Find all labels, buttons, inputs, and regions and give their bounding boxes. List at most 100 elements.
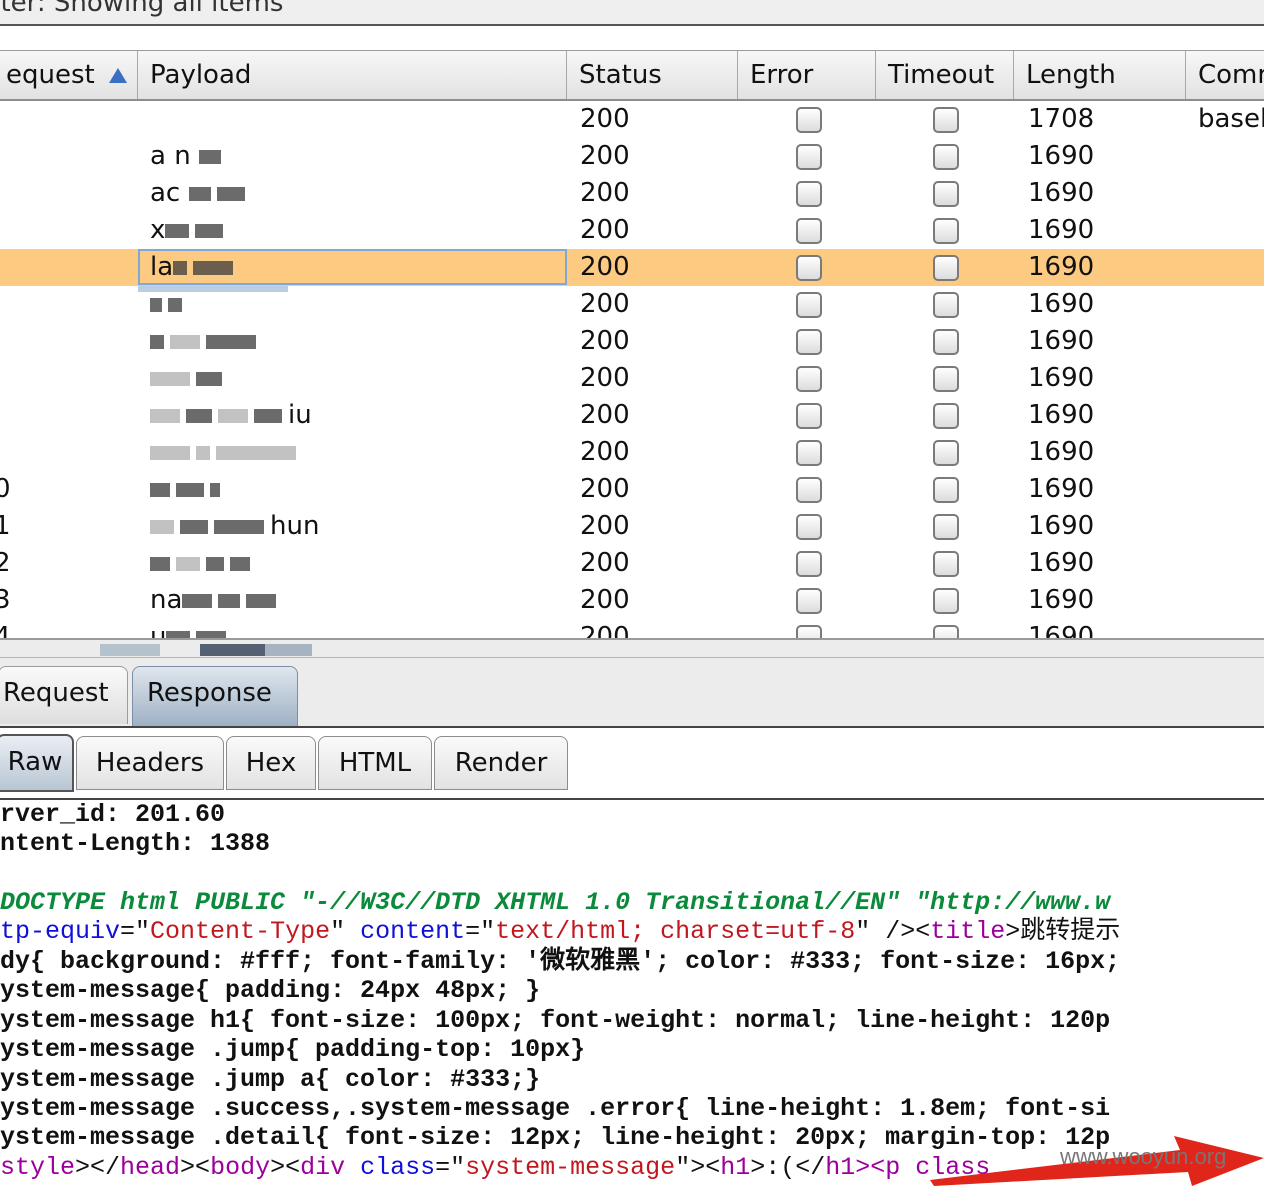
- payload-cell: [150, 545, 550, 582]
- column-header-length[interactable]: Length: [1014, 51, 1186, 99]
- table-row-selected[interactable]: la 200 1690: [0, 249, 1264, 286]
- error-checkbox[interactable]: [796, 107, 822, 133]
- error-checkbox[interactable]: [796, 625, 822, 638]
- tab-hex[interactable]: Hex: [226, 736, 316, 790]
- column-header-error[interactable]: Error: [738, 51, 876, 99]
- column-header-label: Status: [579, 60, 662, 90]
- column-header-label: equest: [6, 60, 95, 90]
- tab-headers[interactable]: Headers: [76, 736, 224, 790]
- timeout-checkbox[interactable]: [933, 107, 959, 133]
- table-row[interactable]: 2 200 1690: [0, 545, 1264, 582]
- error-checkbox[interactable]: [796, 551, 822, 577]
- timeout-checkbox[interactable]: [933, 588, 959, 614]
- timeout-checkbox[interactable]: [933, 255, 959, 281]
- timeout-checkbox[interactable]: [933, 551, 959, 577]
- comment-cell: [1198, 175, 1264, 212]
- table-row[interactable]: 200 1690: [0, 323, 1264, 360]
- pane-splitter[interactable]: [0, 638, 1264, 658]
- column-header-status[interactable]: Status: [567, 51, 738, 99]
- table-row[interactable]: 200 1690: [0, 360, 1264, 397]
- redacted-block: [198, 149, 221, 164]
- table-row[interactable]: iu 200 1690: [0, 397, 1264, 434]
- column-header-comment[interactable]: Comm: [1186, 51, 1264, 99]
- timeout-checkbox[interactable]: [933, 292, 959, 318]
- payload-text: hun: [270, 511, 320, 541]
- column-header-payload[interactable]: Payload: [138, 51, 567, 99]
- error-checkbox[interactable]: [796, 292, 822, 318]
- column-header-timeout[interactable]: Timeout: [876, 51, 1014, 99]
- timeout-checkbox[interactable]: [933, 514, 959, 540]
- table-row[interactable]: 200 1690: [0, 434, 1264, 471]
- css-line: dy{ background: #fff; font-family: '微软雅黑…: [0, 947, 1121, 976]
- filter-bar[interactable]: ilter: Showing all items: [0, 0, 1264, 26]
- error-checkbox[interactable]: [796, 366, 822, 392]
- timeout-checkbox[interactable]: [933, 144, 959, 170]
- redacted-block: [176, 556, 200, 571]
- redacted-block: [150, 482, 170, 497]
- timeout-checkbox[interactable]: [933, 403, 959, 429]
- timeout-checkbox[interactable]: [933, 181, 959, 207]
- tab-request[interactable]: Request: [0, 666, 128, 724]
- redacted-block: [230, 556, 250, 571]
- css-line: ystem-message .success,.system-message .…: [0, 1094, 1111, 1123]
- redacted-block: [216, 186, 245, 201]
- length-cell: 1690: [1028, 141, 1095, 171]
- error-checkbox[interactable]: [796, 218, 822, 244]
- redacted-block: [186, 408, 212, 423]
- column-header-request[interactable]: equest: [0, 51, 138, 99]
- table-row[interactable]: x 200 1690: [0, 212, 1264, 249]
- timeout-checkbox[interactable]: [933, 218, 959, 244]
- length-cell: 1690: [1028, 252, 1095, 282]
- redacted-block: [206, 556, 224, 571]
- timeout-checkbox[interactable]: [933, 329, 959, 355]
- comment-cell: [1198, 360, 1264, 397]
- length-cell: 1690: [1028, 400, 1095, 430]
- comment-cell: [1198, 434, 1264, 471]
- tab-html[interactable]: HTML: [318, 736, 432, 790]
- punct: =": [120, 917, 151, 946]
- timeout-checkbox[interactable]: [933, 366, 959, 392]
- timeout-checkbox[interactable]: [933, 625, 959, 638]
- table-row[interactable]: 4 u 200 1690: [0, 619, 1264, 638]
- payload-text: na: [150, 585, 183, 615]
- payload-text: u: [150, 622, 167, 638]
- tab-response[interactable]: Response: [132, 666, 298, 726]
- table-row[interactable]: 200 1690: [0, 286, 1264, 323]
- table-row[interactable]: a n 200 1690: [0, 138, 1264, 175]
- timeout-checkbox[interactable]: [933, 477, 959, 503]
- table-row[interactable]: 3 na 200 1690: [0, 582, 1264, 619]
- table-row[interactable]: 1 hun 200 1690: [0, 508, 1264, 545]
- length-cell: 1690: [1028, 215, 1095, 245]
- tag-name: head: [120, 1153, 181, 1182]
- error-checkbox[interactable]: [796, 255, 822, 281]
- tab-raw-label: Raw: [7, 747, 63, 777]
- attr-value: system-message: [465, 1153, 676, 1182]
- status-cell: 200: [580, 400, 630, 430]
- splitter-grip[interactable]: [100, 644, 312, 656]
- error-checkbox[interactable]: [796, 514, 822, 540]
- punct: ><: [270, 1153, 301, 1182]
- error-checkbox[interactable]: [796, 588, 822, 614]
- redacted-block: [218, 593, 241, 608]
- comment-cell: [1198, 286, 1264, 323]
- error-checkbox[interactable]: [796, 181, 822, 207]
- error-checkbox[interactable]: [796, 144, 822, 170]
- response-raw-view[interactable]: rver_id: 201.60 ntent-Length: 1388 DOCTY…: [0, 800, 1264, 1186]
- table-row[interactable]: ac 200 1690: [0, 175, 1264, 212]
- redacted-block: [166, 630, 191, 638]
- redacted-block: [196, 630, 227, 638]
- results-table[interactable]: equest Payload Status Error Timeout Leng…: [0, 50, 1264, 638]
- error-checkbox[interactable]: [796, 403, 822, 429]
- error-checkbox[interactable]: [796, 440, 822, 466]
- table-row[interactable]: 200 1708 basel: [0, 101, 1264, 138]
- request-number: [0, 323, 114, 360]
- timeout-checkbox[interactable]: [933, 440, 959, 466]
- table-row[interactable]: 0 200 1690: [0, 471, 1264, 508]
- error-checkbox[interactable]: [796, 477, 822, 503]
- tab-raw[interactable]: Raw: [0, 734, 74, 792]
- tag-name: h1: [825, 1153, 856, 1182]
- comment-cell: basel: [1198, 104, 1264, 134]
- error-checkbox[interactable]: [796, 329, 822, 355]
- attr-value: Content-Type: [150, 917, 331, 946]
- tab-render[interactable]: Render: [434, 736, 568, 790]
